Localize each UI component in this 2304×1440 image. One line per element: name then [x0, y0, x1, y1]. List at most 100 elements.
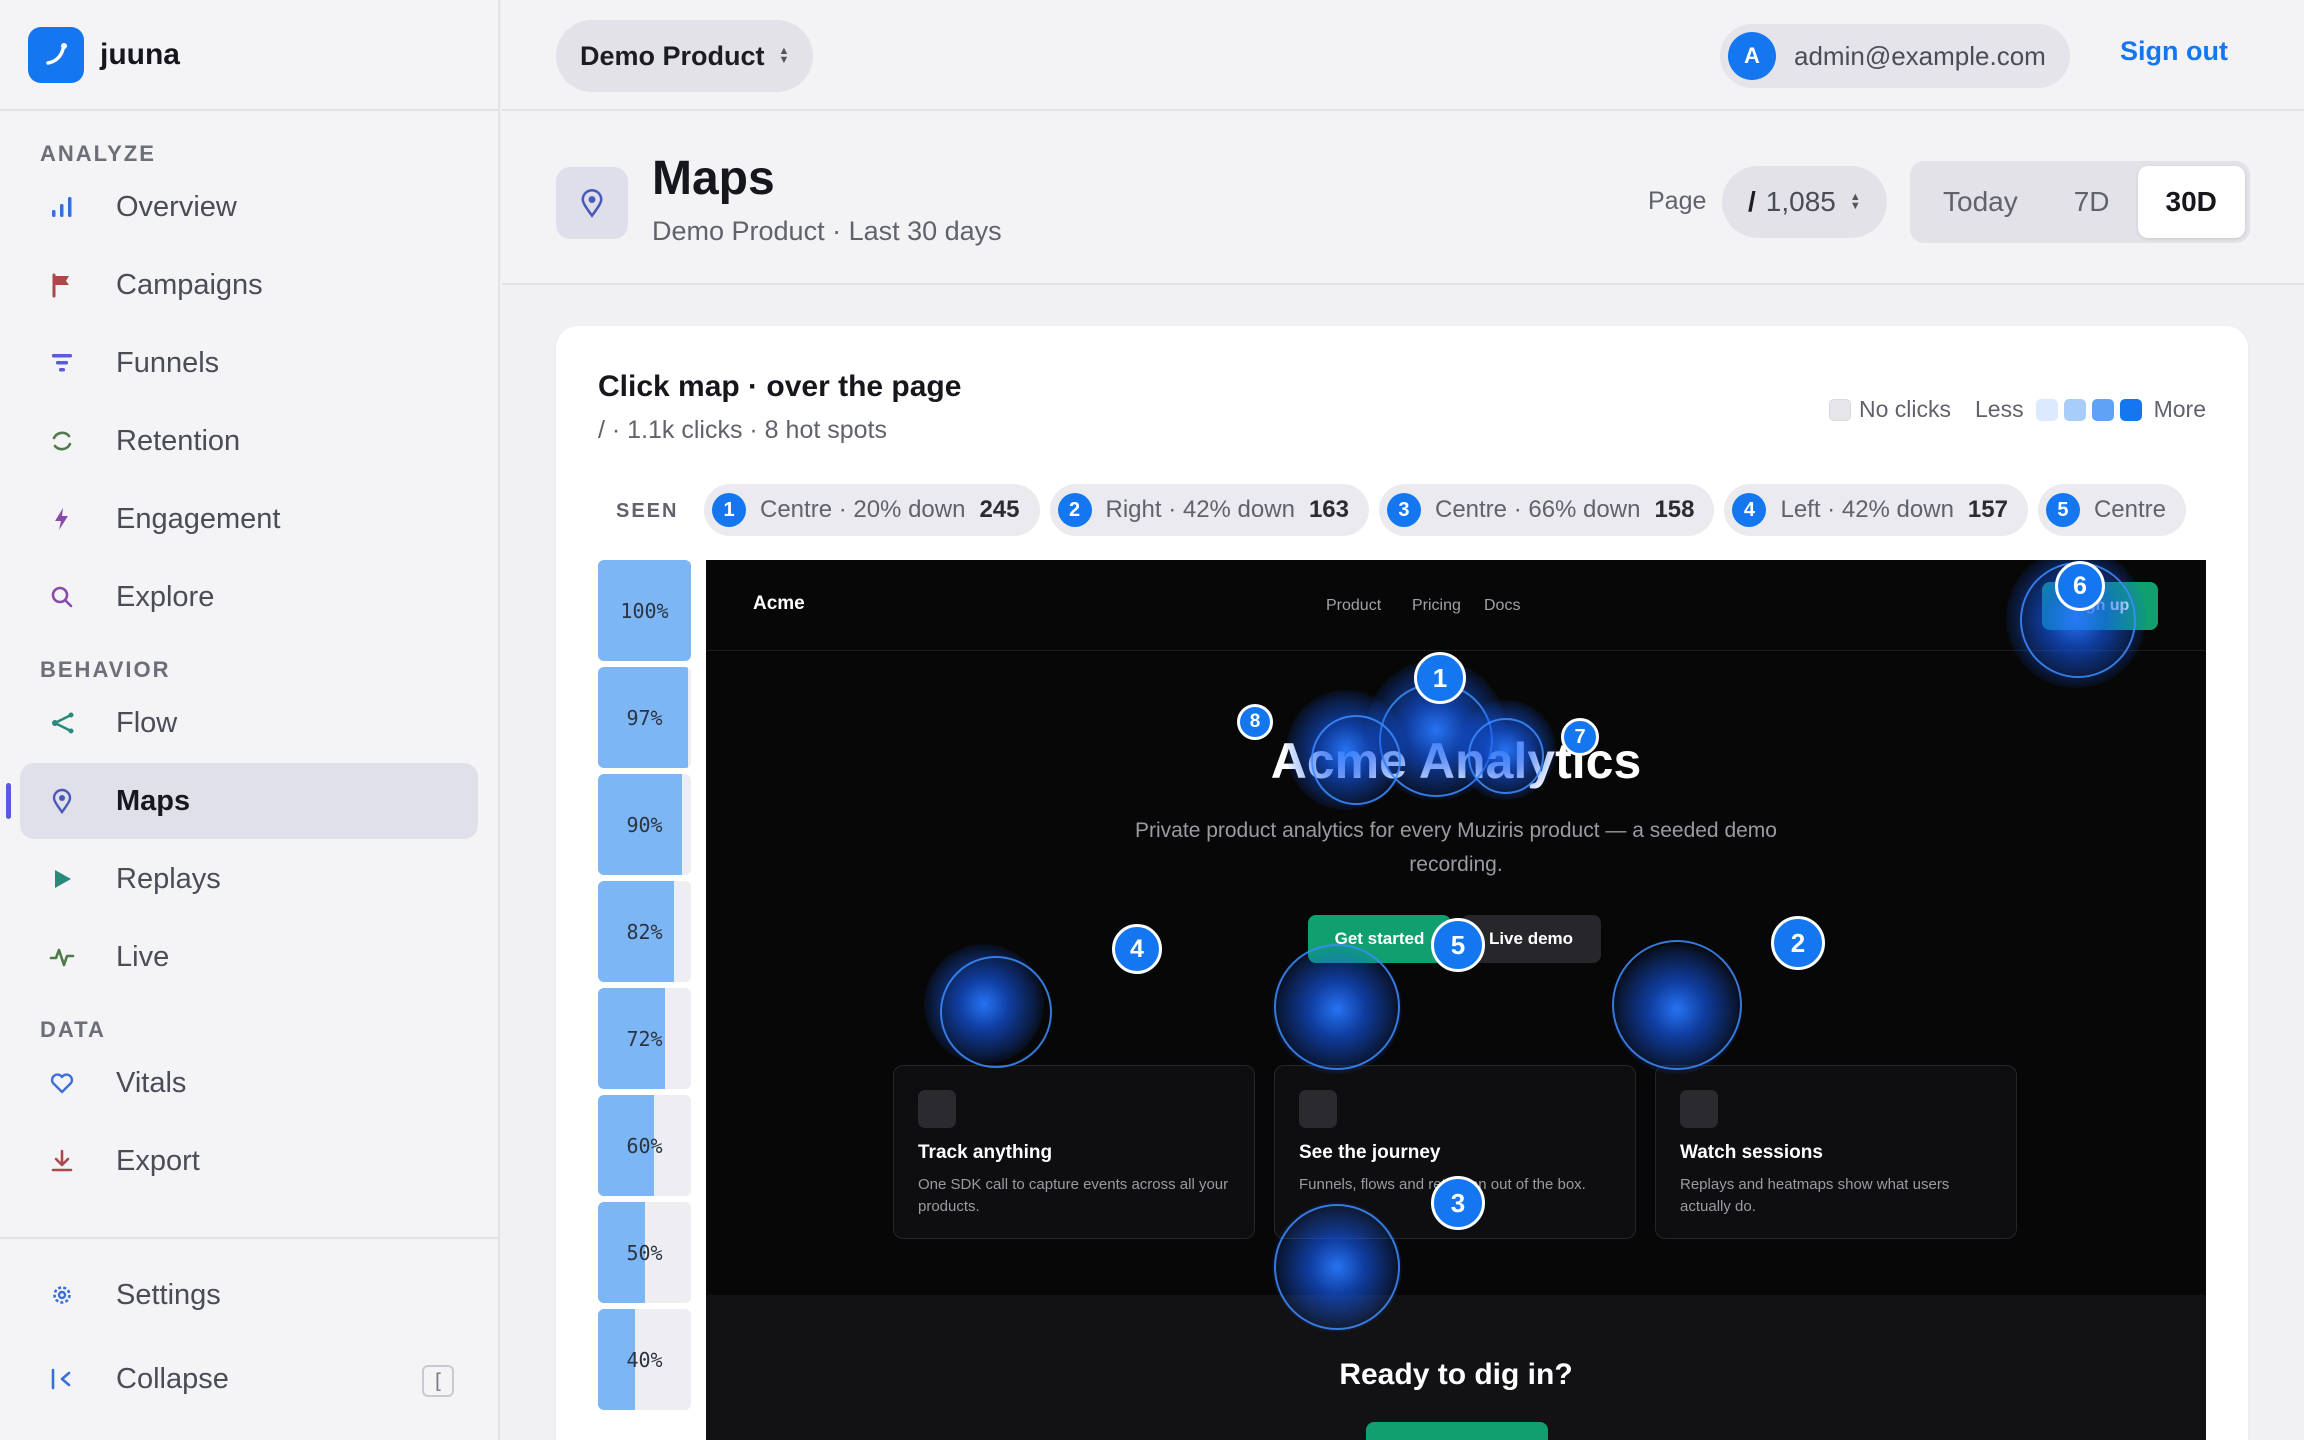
hotspot-chip[interactable]: 3 Centre · 66% down 158 [1378, 484, 1715, 536]
no-clicks-swatch [1828, 398, 1851, 421]
top-bar: Demo Product ▲ ▼ A admin@example.com Sign… [502, 0, 2304, 111]
heat-legend: No clicks Less More [1828, 396, 2206, 423]
feature-title: Watch sessions [1680, 1142, 1823, 1163]
scroll-depth-row: 72% [598, 988, 691, 1089]
sidebar-item-label: Export [116, 1144, 200, 1177]
hotspot-badge-2[interactable]: 2 [1771, 916, 1825, 970]
chevron-updown-icon: ▲ ▼ [778, 45, 790, 66]
sidebar-item-funnels[interactable]: Funnels [20, 325, 478, 401]
hotspot-ring [1468, 718, 1544, 794]
page-path: / [1748, 186, 1756, 217]
user-email: admin@example.com [1794, 40, 2046, 71]
sign-out-button[interactable]: Sign out [2120, 36, 2228, 67]
sidebar-item-maps[interactable]: Maps [6, 763, 478, 839]
sidebar-item-label: Engagement [116, 502, 281, 535]
sidebar-item-engagement[interactable]: Engagement [20, 481, 478, 557]
hotspot-location: Centre · 20% down [760, 496, 966, 523]
hotspot-badge-6[interactable]: 6 [2055, 561, 2105, 611]
date-range-toggle: Today 7D 30D [1910, 161, 2250, 243]
scroll-depth-row: 97% [598, 667, 691, 768]
feature-title: See the journey [1299, 1142, 1441, 1163]
user-menu[interactable]: A admin@example.com [1720, 24, 2070, 88]
hotspot-badge-7[interactable]: 7 [1561, 718, 1599, 756]
preview-link-pricing: Pricing [1412, 597, 1461, 614]
sidebar-collapse-button[interactable]: Collapse [ [20, 1341, 478, 1417]
sidebar-item-export[interactable]: Export [20, 1123, 478, 1199]
page-preview: Acme Product Pricing Docs Sign up Acme A… [706, 560, 2206, 1440]
range-7d[interactable]: 7D [2046, 166, 2138, 238]
refresh-icon [44, 423, 80, 459]
hotspot-badge-5[interactable]: 5 [1431, 918, 1485, 972]
map-pin-icon [44, 783, 80, 819]
scroll-depth-row: 82% [598, 881, 691, 982]
hotspot-chip[interactable]: 1 Centre · 20% down 245 [704, 484, 1040, 536]
hotspot-number: 1 [712, 493, 746, 527]
sidebar-item-label: Replays [116, 862, 221, 895]
hotspot-chip[interactable]: 2 Right · 42% down 163 [1049, 484, 1369, 536]
sidebar-item-vitals[interactable]: Vitals [20, 1045, 478, 1121]
keyboard-shortcut: [ [422, 1365, 454, 1397]
hotspot-ring [1274, 944, 1400, 1070]
sidebar: juuna ANALYZE Overview Campaigns Funnels… [0, 0, 500, 1440]
scroll-depth-label: 82% [626, 919, 663, 944]
sidebar-item-label: Flow [116, 706, 178, 739]
legend-no-clicks: No clicks [1858, 396, 1951, 422]
preview-nav: Acme Product Pricing Docs Sign up [706, 560, 2206, 651]
preview-feature-card: Track anything One SDK call to capture e… [893, 1065, 1255, 1239]
card-subtitle: / · 1.1k clicks · 8 hot spots [598, 416, 887, 444]
scroll-depth-row: 60% [598, 1095, 691, 1196]
preview-footer-button [1366, 1422, 1548, 1440]
hotspot-number: 3 [1386, 493, 1421, 527]
sidebar-item-replays[interactable]: Replays [20, 841, 478, 917]
hotspot-count: 163 [1308, 496, 1349, 523]
hotspot-count: 158 [1654, 496, 1695, 523]
preview-feature-card: Watch sessions Replays and heatmaps show… [1655, 1065, 2017, 1239]
range-today[interactable]: Today [1915, 166, 2046, 238]
sidebar-item-overview[interactable]: Overview [20, 169, 478, 245]
preview-footer-headline: Ready to dig in? [1339, 1358, 1573, 1391]
scroll-depth-label: 40% [626, 1347, 663, 1372]
scroll-depth-row: 100% [598, 560, 691, 661]
app-logo-icon [28, 26, 84, 83]
hotspot-badge-4[interactable]: 4 [1112, 924, 1162, 974]
sidebar-item-label: Collapse [116, 1362, 229, 1395]
hotspot-chip[interactable]: 5 Centre [2037, 484, 2187, 536]
page-selector[interactable]: / 1,085 ▲ ▼ [1722, 166, 1887, 238]
scroll-depth-row: 40% [598, 1309, 691, 1410]
scroll-depth-label: 60% [626, 1133, 663, 1158]
sidebar-item-live[interactable]: Live [20, 919, 478, 995]
sidebar-item-retention[interactable]: Retention [20, 403, 478, 479]
sidebar-item-campaigns[interactable]: Campaigns [20, 247, 478, 323]
sidebar-item-explore[interactable]: Explore [20, 559, 478, 635]
avatar: A [1728, 32, 1776, 80]
pulse-icon [44, 939, 80, 975]
nav-section-data: DATA [40, 1017, 106, 1042]
feature-icon [918, 1090, 956, 1128]
hotspot-badge-8[interactable]: 8 [1237, 704, 1273, 740]
sidebar-item-label: Explore [116, 580, 215, 613]
brand[interactable]: juuna [0, 0, 498, 111]
click-map-card: Click map · over the page / · 1.1k click… [556, 326, 2248, 1440]
hotspot-chip[interactable]: 4 Left · 42% down 157 [1724, 484, 2028, 536]
hotspot-badge-1[interactable]: 1 [1414, 652, 1466, 704]
page-filter-label: Page [1648, 187, 1707, 215]
hotspot-count: 245 [979, 496, 1020, 523]
hotspot-location: Left · 42% down [1780, 496, 1954, 523]
share-icon [44, 705, 80, 741]
hotspot-count: 157 [1967, 496, 2008, 523]
sidebar-item-label: Funnels [116, 346, 220, 379]
feature-icon [1680, 1090, 1718, 1128]
sidebar-item-settings[interactable]: Settings [20, 1257, 478, 1333]
chevron-updown-icon: ▲ ▼ [1849, 191, 1861, 212]
product-selector[interactable]: Demo Product ▲ ▼ [556, 20, 814, 92]
scroll-depth-label: 100% [620, 598, 669, 623]
hotspot-badge-3[interactable]: 3 [1431, 1176, 1485, 1230]
feature-icon [1299, 1090, 1337, 1128]
nav-section-analyze: ANALYZE [40, 141, 156, 166]
seen-label: SEEN [616, 500, 679, 522]
scroll-depth-row: 50% [598, 1202, 691, 1303]
hotspot-number: 5 [2045, 493, 2080, 527]
sidebar-item-flow[interactable]: Flow [20, 685, 478, 761]
range-30d[interactable]: 30D [2137, 166, 2245, 238]
hotspot-location: Centre · 66% down [1434, 496, 1641, 523]
